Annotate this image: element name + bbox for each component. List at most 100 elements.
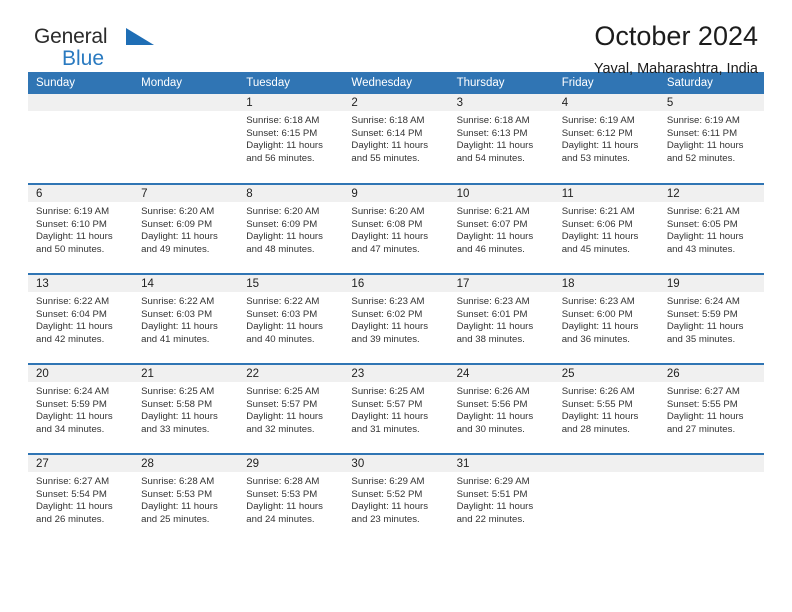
daylight-text-line1: Daylight: 11 hours: [456, 231, 534, 243]
day-number: 28: [133, 455, 239, 472]
calendar-day-cell[interactable]: 7 Sunrise: 6:20 AM Sunset: 6:09 PM Dayli…: [133, 183, 239, 274]
day-number: 7: [133, 185, 239, 202]
calendar-day-cell[interactable]: 11 Sunrise: 6:21 AM Sunset: 6:06 PM Dayl…: [553, 183, 659, 274]
day-number: 3: [448, 94, 554, 111]
sunrise-text: Sunrise: 6:26 AM: [456, 386, 530, 397]
day-number: 29: [238, 455, 344, 472]
sunset-text: Sunset: 5:53 PM: [246, 488, 318, 500]
calendar-day-cell[interactable]: 22 Sunrise: 6:25 AM Sunset: 5:57 PM Dayl…: [238, 363, 344, 454]
calendar-day-cell[interactable]: 23 Sunrise: 6:25 AM Sunset: 5:57 PM Dayl…: [343, 363, 449, 454]
calendar-day-cell[interactable]: 15 Sunrise: 6:22 AM Sunset: 6:03 PM Dayl…: [238, 273, 344, 364]
daylight-text-line2: and 36 minutes.: [561, 333, 630, 345]
calendar-day-cell[interactable]: 6 Sunrise: 6:19 AM Sunset: 6:10 PM Dayli…: [28, 183, 134, 274]
daylight-text-line1: Daylight: 11 hours: [561, 321, 639, 333]
calendar-day-cell[interactable]: 30 Sunrise: 6:29 AM Sunset: 5:52 PM Dayl…: [343, 453, 449, 544]
daylight-text-line2: and 35 minutes.: [666, 333, 736, 345]
sunrise-text: Sunrise: 6:20 AM: [141, 206, 215, 217]
sunset-text: Sunset: 6:15 PM: [246, 127, 318, 139]
daylight-text-line1: Daylight: 11 hours: [246, 140, 323, 152]
calendar-day-cell[interactable]: 25 Sunrise: 6:26 AM Sunset: 5:55 PM Dayl…: [553, 363, 659, 454]
day-number: 31: [448, 455, 554, 472]
sunset-text: Sunset: 6:03 PM: [141, 308, 213, 320]
calendar-day-cell[interactable]: 5 Sunrise: 6:19 AM Sunset: 6:11 PM Dayli…: [658, 94, 764, 184]
calendar-week-row: 1 Sunrise: 6:18 AM Sunset: 6:15 PM Dayli…: [28, 94, 764, 184]
calendar-page: General Blue October 2024 Yaval, Maharas…: [0, 0, 792, 612]
sunset-text: Sunset: 6:05 PM: [666, 218, 738, 230]
sunrise-text: Sunrise: 6:22 AM: [36, 296, 110, 307]
calendar-table: Sunday Monday Tuesday Wednesday Thursday…: [28, 72, 764, 544]
daylight-text-line1: Daylight: 11 hours: [36, 231, 113, 243]
sunrise-text: Sunrise: 6:18 AM: [246, 115, 320, 126]
daylight-text-line2: and 38 minutes.: [456, 333, 525, 345]
calendar-day-cell[interactable]: [133, 94, 239, 184]
day-details: Sunrise: 6:18 AM Sunset: 6:14 PM Dayligh…: [343, 111, 448, 165]
day-number: 8: [238, 185, 344, 202]
sunrise-text: Sunrise: 6:29 AM: [456, 476, 530, 487]
sunset-text: Sunset: 6:14 PM: [351, 127, 423, 139]
day-number: 22: [238, 365, 344, 382]
sunset-text: Sunset: 5:55 PM: [666, 398, 738, 410]
calendar-day-cell[interactable]: 10 Sunrise: 6:21 AM Sunset: 6:07 PM Dayl…: [448, 183, 554, 274]
calendar-day-cell[interactable]: 31 Sunrise: 6:29 AM Sunset: 5:51 PM Dayl…: [448, 453, 554, 544]
day-number: 9: [343, 185, 449, 202]
brand-logo[interactable]: General Blue: [34, 26, 234, 74]
day-number: 15: [238, 275, 344, 292]
sunrise-text: Sunrise: 6:21 AM: [456, 206, 530, 217]
day-number: 24: [448, 365, 554, 382]
calendar-day-cell[interactable]: 3 Sunrise: 6:18 AM Sunset: 6:13 PM Dayli…: [448, 94, 554, 184]
daylight-text-line2: and 23 minutes.: [351, 513, 420, 525]
sunrise-text: Sunrise: 6:25 AM: [351, 386, 425, 397]
calendar-day-cell[interactable]: 16 Sunrise: 6:23 AM Sunset: 6:02 PM Dayl…: [343, 273, 449, 364]
sunrise-text: Sunrise: 6:19 AM: [561, 115, 635, 126]
day-details: Sunrise: 6:25 AM Sunset: 5:57 PM Dayligh…: [238, 382, 343, 436]
calendar-day-cell[interactable]: 26 Sunrise: 6:27 AM Sunset: 5:55 PM Dayl…: [658, 363, 764, 454]
calendar-day-cell[interactable]: 9 Sunrise: 6:20 AM Sunset: 6:08 PM Dayli…: [343, 183, 449, 274]
sunset-text: Sunset: 5:59 PM: [666, 308, 738, 320]
day-number: 12: [658, 185, 764, 202]
day-details: Sunrise: 6:22 AM Sunset: 6:03 PM Dayligh…: [133, 292, 238, 346]
calendar-day-cell[interactable]: 24 Sunrise: 6:26 AM Sunset: 5:56 PM Dayl…: [448, 363, 554, 454]
day-number: 1: [238, 94, 344, 111]
calendar-day-cell[interactable]: 18 Sunrise: 6:23 AM Sunset: 6:00 PM Dayl…: [553, 273, 659, 364]
calendar-day-cell[interactable]: [658, 453, 764, 544]
calendar-day-cell[interactable]: 17 Sunrise: 6:23 AM Sunset: 6:01 PM Dayl…: [448, 273, 554, 364]
day-number: [28, 94, 134, 111]
calendar-day-cell[interactable]: 28 Sunrise: 6:28 AM Sunset: 5:53 PM Dayl…: [133, 453, 239, 544]
calendar-day-cell[interactable]: 14 Sunrise: 6:22 AM Sunset: 6:03 PM Dayl…: [133, 273, 239, 364]
calendar-day-cell[interactable]: 27 Sunrise: 6:27 AM Sunset: 5:54 PM Dayl…: [28, 453, 134, 544]
calendar-day-cell[interactable]: 12 Sunrise: 6:21 AM Sunset: 6:05 PM Dayl…: [658, 183, 764, 274]
calendar-day-cell[interactable]: [553, 453, 659, 544]
day-details: Sunrise: 6:29 AM Sunset: 5:52 PM Dayligh…: [343, 472, 448, 526]
calendar-day-cell[interactable]: 4 Sunrise: 6:19 AM Sunset: 6:12 PM Dayli…: [553, 94, 659, 184]
calendar-day-cell[interactable]: 29 Sunrise: 6:28 AM Sunset: 5:53 PM Dayl…: [238, 453, 344, 544]
daylight-text-line2: and 42 minutes.: [36, 333, 105, 345]
calendar-day-cell[interactable]: 1 Sunrise: 6:18 AM Sunset: 6:15 PM Dayli…: [238, 94, 344, 184]
day-details: Sunrise: 6:20 AM Sunset: 6:09 PM Dayligh…: [133, 202, 238, 256]
daylight-text-line2: and 45 minutes.: [561, 243, 630, 255]
daylight-text-line1: Daylight: 11 hours: [351, 321, 429, 333]
calendar-day-cell[interactable]: [28, 94, 134, 184]
day-details: Sunrise: 6:25 AM Sunset: 5:58 PM Dayligh…: [133, 382, 238, 436]
day-number: [553, 455, 659, 472]
day-number: 11: [553, 185, 659, 202]
day-details: Sunrise: 6:20 AM Sunset: 6:08 PM Dayligh…: [343, 202, 448, 256]
calendar-day-cell[interactable]: 19 Sunrise: 6:24 AM Sunset: 5:59 PM Dayl…: [658, 273, 764, 364]
day-details: Sunrise: 6:25 AM Sunset: 5:57 PM Dayligh…: [343, 382, 448, 436]
daylight-text-line2: and 47 minutes.: [351, 243, 420, 255]
brand-name-blue: Blue: [62, 47, 105, 70]
calendar-day-cell[interactable]: 8 Sunrise: 6:20 AM Sunset: 6:09 PM Dayli…: [238, 183, 344, 274]
sunrise-text: Sunrise: 6:25 AM: [246, 386, 320, 397]
calendar-day-cell[interactable]: 20 Sunrise: 6:24 AM Sunset: 5:59 PM Dayl…: [28, 363, 134, 454]
day-details: Sunrise: 6:28 AM Sunset: 5:53 PM Dayligh…: [238, 472, 343, 526]
day-details: Sunrise: 6:24 AM Sunset: 5:59 PM Dayligh…: [659, 292, 764, 346]
calendar-week-row: 13 Sunrise: 6:22 AM Sunset: 6:04 PM Dayl…: [28, 273, 764, 364]
calendar-day-cell[interactable]: 2 Sunrise: 6:18 AM Sunset: 6:14 PM Dayli…: [343, 94, 449, 184]
daylight-text-line2: and 26 minutes.: [36, 513, 105, 525]
daylight-text-line1: Daylight: 11 hours: [456, 140, 534, 152]
calendar-day-cell[interactable]: 13 Sunrise: 6:22 AM Sunset: 6:04 PM Dayl…: [28, 273, 134, 364]
weekday-header-tuesday: Tuesday: [238, 72, 344, 94]
day-number: [658, 455, 764, 472]
calendar-week-row: 27 Sunrise: 6:27 AM Sunset: 5:54 PM Dayl…: [28, 453, 764, 544]
calendar-day-cell[interactable]: 21 Sunrise: 6:25 AM Sunset: 5:58 PM Dayl…: [133, 363, 239, 454]
sunset-text: Sunset: 6:10 PM: [36, 218, 107, 230]
